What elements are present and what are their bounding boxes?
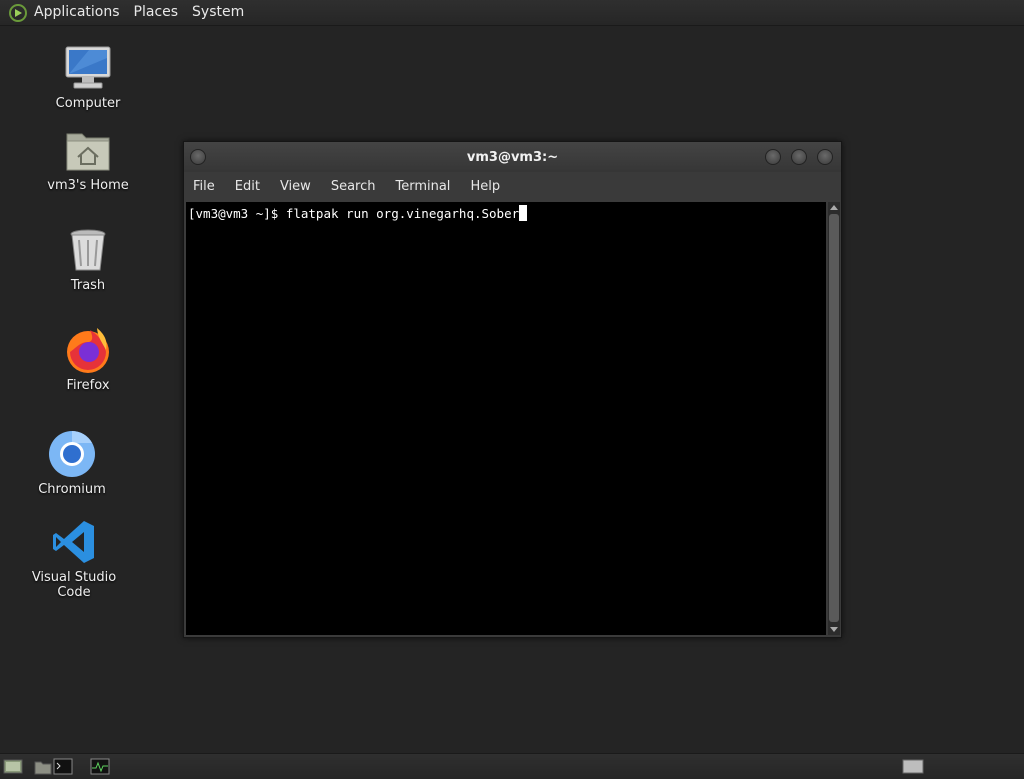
applications-logo-icon[interactable] bbox=[9, 3, 27, 22]
desktop-icon-computer[interactable]: Computer bbox=[28, 44, 148, 111]
chromium-icon bbox=[48, 430, 96, 478]
system-menu[interactable]: System bbox=[192, 0, 244, 25]
applications-menu[interactable]: Applications bbox=[34, 0, 120, 25]
desktop-icon-trash[interactable]: Trash bbox=[28, 226, 148, 293]
menu-search[interactable]: Search bbox=[331, 179, 376, 194]
command-line-text: [vm3@vm3 ~]$ flatpak run org.vinegarhq.S… bbox=[188, 206, 520, 221]
file-manager-icon[interactable] bbox=[33, 758, 53, 775]
places-menu[interactable]: Places bbox=[134, 0, 179, 25]
terminal-window[interactable]: vm3@vm3:~ File Edit View Search Terminal… bbox=[183, 141, 842, 638]
terminal-titlebar[interactable]: vm3@vm3:~ bbox=[184, 142, 841, 172]
menu-edit[interactable]: Edit bbox=[235, 179, 260, 194]
computer-icon bbox=[64, 44, 112, 92]
desktop-icon-firefox[interactable]: Firefox bbox=[28, 326, 148, 393]
scroll-thumb[interactable] bbox=[829, 214, 839, 622]
scroll-down-icon[interactable] bbox=[830, 627, 838, 632]
desktop-icon-label: Visual Studio Code bbox=[31, 570, 117, 600]
vscode-icon bbox=[50, 518, 98, 566]
terminal-icon[interactable] bbox=[53, 758, 73, 775]
terminal-scrollbar[interactable] bbox=[828, 202, 840, 635]
desktop-icon-chromium[interactable]: Chromium bbox=[12, 430, 132, 497]
top-panel: Applications Places System bbox=[0, 0, 1024, 26]
system-monitor-icon[interactable] bbox=[90, 758, 110, 775]
menu-file[interactable]: File bbox=[193, 179, 215, 194]
home-folder-icon bbox=[64, 126, 112, 174]
menu-help[interactable]: Help bbox=[470, 179, 500, 194]
bottom-panel bbox=[0, 753, 1024, 779]
workspace-switcher-icon[interactable] bbox=[902, 758, 924, 775]
terminal-menubar: File Edit View Search Terminal Help bbox=[184, 172, 841, 200]
trash-icon bbox=[64, 226, 112, 274]
window-title: vm3@vm3:~ bbox=[466, 150, 559, 165]
terminal-line: [vm3@vm3 ~]$ flatpak run org.vinegarhq.S… bbox=[188, 205, 528, 221]
desktop-icon-label: Trash bbox=[70, 278, 106, 293]
minimize-icon[interactable] bbox=[765, 149, 781, 165]
menu-view[interactable]: View bbox=[280, 179, 311, 194]
desktop-icon-label: vm3's Home bbox=[47, 178, 129, 193]
desktop-icon-label: Firefox bbox=[66, 378, 110, 393]
maximize-icon[interactable] bbox=[791, 149, 807, 165]
menu-terminal[interactable]: Terminal bbox=[395, 179, 450, 194]
terminal-output[interactable]: [vm3@vm3 ~]$ flatpak run org.vinegarhq.S… bbox=[186, 202, 826, 635]
desktop-icon-label: Chromium bbox=[38, 482, 106, 497]
desktop-icon-label: Computer bbox=[55, 96, 121, 111]
scroll-up-icon[interactable] bbox=[830, 205, 838, 210]
text-cursor bbox=[519, 205, 528, 221]
firefox-icon bbox=[64, 326, 112, 374]
show-desktop-icon[interactable] bbox=[3, 758, 23, 775]
close-icon[interactable] bbox=[817, 149, 833, 165]
desktop-icon-vscode[interactable]: Visual Studio Code bbox=[14, 518, 134, 600]
desktop-icon-home[interactable]: vm3's Home bbox=[28, 126, 148, 193]
